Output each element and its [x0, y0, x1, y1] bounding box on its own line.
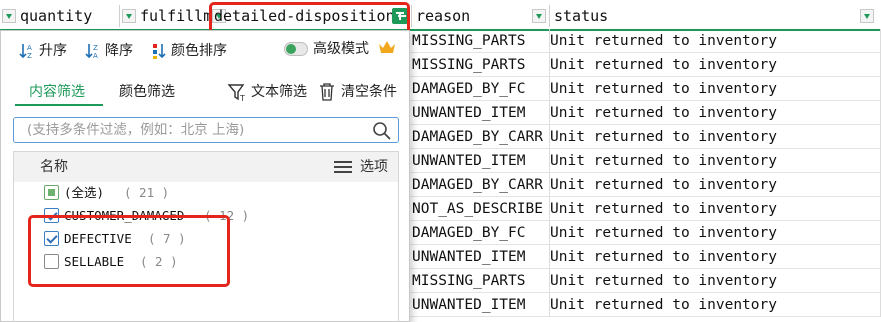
list-header-name: 名称 [40, 159, 68, 175]
cell-status[interactable]: Unit returned to inventory [550, 29, 881, 53]
column-header-label: status [554, 7, 609, 25]
cell-status[interactable]: Unit returned to inventory [550, 101, 881, 125]
svg-text:A: A [27, 44, 32, 52]
cell-status[interactable]: Unit returned to inventory [550, 173, 881, 197]
column-header-quantity[interactable]: quantity [0, 5, 120, 27]
cell-reason[interactable]: UNWANTED_ITEM [412, 101, 550, 125]
cell-status[interactable]: Unit returned to inventory [550, 269, 881, 293]
item-count: ( 21 ) [124, 185, 170, 200]
sort-ascending-icon: A Z [19, 44, 32, 60]
highlight-box-sellable-item [28, 215, 230, 287]
sort-descending-button[interactable]: Z A 降序 [85, 40, 145, 62]
column-filter-dropdown-icon[interactable] [860, 9, 874, 23]
crown-icon [379, 41, 395, 53]
advanced-mode-label: 高级模式 [313, 41, 369, 57]
sort-ascending-button[interactable]: A Z 升序 [19, 40, 79, 62]
cell-reason[interactable]: DAMAGED_BY_FC [412, 221, 550, 245]
text-filter-label: 文本筛选 [251, 84, 307, 100]
cell-status[interactable]: Unit returned to inventory [550, 149, 881, 173]
cell-reason[interactable]: DAMAGED_BY_FC [412, 77, 550, 101]
trash-icon [320, 83, 334, 101]
list-options-label: 选项 [360, 159, 388, 175]
column-filter-dropdown-icon[interactable] [532, 9, 546, 23]
cell-reason[interactable]: DAMAGED_BY_CARR [412, 125, 550, 149]
cell-reason[interactable]: UNWANTED_ITEM [412, 149, 550, 173]
sort-descending-icon: Z A [85, 44, 98, 60]
search-icon[interactable] [372, 121, 392, 141]
cell-reason[interactable]: MISSING_PARTS [412, 29, 550, 53]
cell-status[interactable]: Unit returned to inventory [550, 125, 881, 149]
sort-by-color-label: 颜色排序 [171, 43, 227, 59]
svg-text:T: T [239, 94, 245, 102]
column-header-label: quantity [20, 7, 93, 25]
sort-ascending-label: 升序 [39, 43, 67, 59]
svg-text:Z: Z [27, 52, 32, 60]
color-sort-icon [153, 44, 166, 59]
column-header-label: fulfillm [140, 7, 210, 25]
column-header-status[interactable]: status [550, 5, 881, 27]
column-header-row: quantity fulfillm detailed-disposition r… [0, 0, 881, 32]
text-filter-icon: T [227, 84, 245, 102]
sort-by-color-button[interactable]: 颜色排序 [151, 40, 241, 62]
cell-status[interactable]: Unit returned to inventory [550, 293, 881, 317]
column-header-reason[interactable]: reason [412, 5, 550, 27]
cell-reason[interactable]: MISSING_PARTS [412, 53, 550, 77]
menu-icon [334, 161, 352, 174]
column-header-fulfillment[interactable]: fulfillm [120, 5, 210, 27]
tab-color-filter[interactable]: 颜色筛选 [119, 82, 175, 102]
cell-reason[interactable]: NOT_AS_DESCRIBE [412, 197, 550, 221]
column-header-label: reason [416, 7, 471, 25]
cell-status[interactable]: Unit returned to inventory [550, 197, 881, 221]
cell-status[interactable]: Unit returned to inventory [550, 245, 881, 269]
item-label: (全选) [64, 185, 105, 200]
column-filter-dropdown-icon[interactable] [2, 9, 16, 23]
cell-reason[interactable]: MISSING_PARTS [412, 269, 550, 293]
tab-content-filter[interactable]: 内容筛选 [29, 82, 85, 102]
sort-toolbar: A Z 升序 Z A 降序 颜色排序 高级模式 [1, 31, 409, 69]
svg-text:A: A [93, 52, 98, 60]
cell-status[interactable]: Unit returned to inventory [550, 221, 881, 245]
filter-tabs: 内容筛选 颜色筛选 T 文本筛选 清空条件 [1, 77, 409, 107]
toggle-knob [286, 44, 296, 54]
search-placeholder: (支持多条件过滤，例如：北京 上海) [27, 122, 245, 138]
list-header: 名称 选项 [14, 152, 398, 182]
advanced-mode-toggle[interactable] [284, 42, 308, 56]
clear-conditions-label: 清空条件 [341, 84, 397, 100]
active-tab-underline [15, 104, 103, 106]
cell-reason[interactable]: UNWANTED_ITEM [412, 245, 550, 269]
cell-status[interactable]: Unit returned to inventory [550, 53, 881, 77]
cell-reason[interactable]: DAMAGED_BY_CARR [412, 173, 550, 197]
column-filter-dropdown-icon[interactable] [122, 9, 136, 23]
filter-search-input[interactable]: (支持多条件过滤，例如：北京 上海) [13, 117, 399, 143]
checkbox-partial[interactable] [44, 185, 59, 200]
sort-descending-label: 降序 [105, 43, 133, 59]
cell-reason[interactable]: UNWANTED_ITEM [412, 293, 550, 317]
cell-status[interactable]: Unit returned to inventory [550, 77, 881, 101]
svg-text:Z: Z [93, 44, 98, 52]
